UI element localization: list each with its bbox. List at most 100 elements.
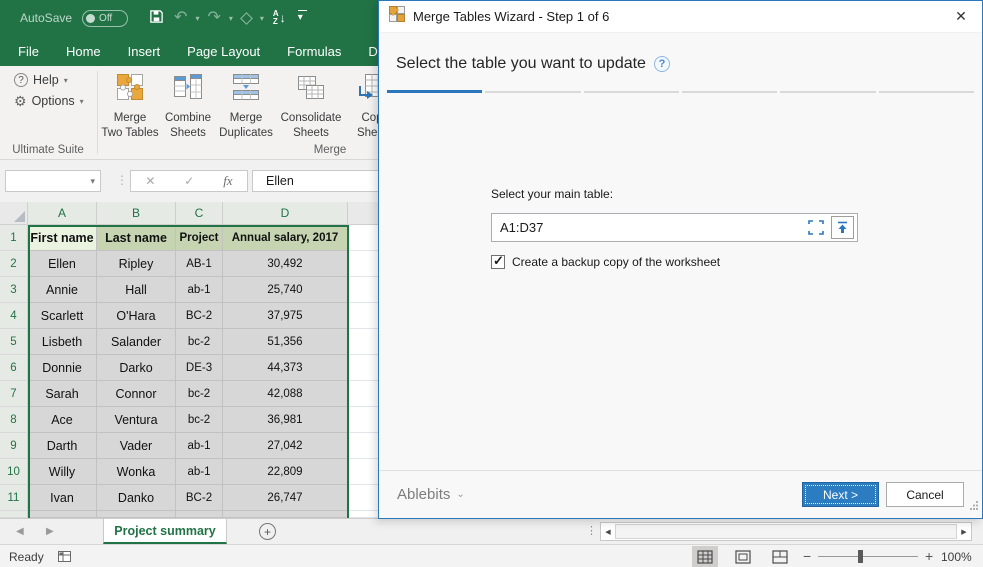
table-cell[interactable]: ab-1 <box>176 433 223 459</box>
next-sheet-icon[interactable]: ▶ <box>46 526 54 537</box>
table-cell[interactable]: 42,088 <box>223 381 348 407</box>
row-header-3[interactable]: 3 <box>0 277 28 303</box>
autosave-toggle[interactable]: Off <box>82 9 129 27</box>
menu-tab-formulas[interactable]: Formulas <box>287 44 341 59</box>
collapse-dialog-icon[interactable] <box>831 216 854 239</box>
normal-view-icon[interactable] <box>692 546 718 567</box>
name-box-input[interactable] <box>6 174 91 188</box>
sheet-tab-project-summary[interactable]: Project summary <box>103 519 227 544</box>
empty-cell[interactable] <box>348 381 378 407</box>
resize-grip-icon[interactable] <box>969 497 979 515</box>
tab-scroll-splitter[interactable]: ⋮ <box>586 524 597 537</box>
cancel-entry-icon[interactable]: ✕ <box>145 174 155 188</box>
scrollbar-thumb[interactable] <box>615 524 957 539</box>
ribbon-button-combine-sheets[interactable]: Combine Sheets <box>160 70 216 141</box>
menu-tab-home[interactable]: Home <box>66 44 101 59</box>
table-cell[interactable] <box>176 511 223 518</box>
empty-cell[interactable] <box>348 407 378 433</box>
empty-cell[interactable] <box>348 277 378 303</box>
table-cell[interactable]: 25,740 <box>223 277 348 303</box>
scroll-left-icon[interactable]: ◀ <box>601 523 615 540</box>
table-cell[interactable]: Willy <box>28 459 97 485</box>
column-header-D[interactable]: D <box>223 202 348 225</box>
row-header-9[interactable]: 9 <box>0 433 28 459</box>
table-cell[interactable]: Ivan <box>28 485 97 511</box>
add-sheet-icon[interactable]: + <box>259 523 276 540</box>
touch-mode-caret-icon[interactable]: ▾ <box>259 14 265 23</box>
column-header-A[interactable]: A <box>28 202 97 225</box>
empty-cell[interactable] <box>348 251 378 277</box>
step-help-icon[interactable]: ? <box>653 56 670 72</box>
scroll-right-icon[interactable]: ▶ <box>957 523 971 540</box>
redo-icon[interactable]: ↷ <box>204 10 223 26</box>
empty-cell[interactable] <box>348 511 378 518</box>
ablebits-menu[interactable]: Ablebits ⌄ <box>397 486 465 503</box>
confirm-entry-icon[interactable]: ✓ <box>184 174 194 188</box>
row-header-8[interactable]: 8 <box>0 407 28 433</box>
cancel-button[interactable]: Cancel <box>886 482 964 507</box>
empty-cell[interactable] <box>348 485 378 511</box>
table-cell[interactable]: Donnie <box>28 355 97 381</box>
table-cell[interactable] <box>28 511 97 518</box>
ribbon-button-consolidate-sheets[interactable]: Consolidate Sheets <box>276 70 346 141</box>
zoom-level[interactable]: 100% <box>941 550 972 564</box>
table-cell[interactable]: 51,356 <box>223 329 348 355</box>
horizontal-scrollbar[interactable]: ◀ ▶ <box>600 522 972 541</box>
menu-tab-file[interactable]: File <box>18 44 39 59</box>
sort-az-icon[interactable]: A Z ↓ <box>273 9 286 27</box>
insert-function-icon[interactable]: fx <box>223 173 232 189</box>
zoom-slider-thumb[interactable] <box>858 550 863 563</box>
table-cell[interactable]: Vader <box>97 433 176 459</box>
zoom-slider-track[interactable] <box>818 556 918 557</box>
macro-record-icon[interactable] <box>57 550 72 567</box>
table-cell[interactable]: 36,981 <box>223 407 348 433</box>
table-cell[interactable]: Project <box>176 225 223 251</box>
table-cell[interactable]: 22,809 <box>223 459 348 485</box>
table-cell[interactable]: Ventura <box>97 407 176 433</box>
select-all-corner[interactable] <box>0 202 28 225</box>
table-cell[interactable]: Hall <box>97 277 176 303</box>
row-header-11[interactable]: 11 <box>0 485 28 511</box>
table-cell[interactable]: Ellen <box>28 251 97 277</box>
table-cell[interactable]: Danko <box>97 485 176 511</box>
row-header-10[interactable]: 10 <box>0 459 28 485</box>
save-icon[interactable] <box>146 9 167 28</box>
redo-caret-icon[interactable]: ▾ <box>228 14 234 23</box>
undo-icon[interactable]: ↶ <box>171 10 190 26</box>
backup-checkbox[interactable] <box>491 253 505 269</box>
table-cell[interactable]: Sarah <box>28 381 97 407</box>
table-cell[interactable]: BC-2 <box>176 303 223 329</box>
table-cell[interactable]: 26,747 <box>223 485 348 511</box>
table-cell[interactable]: 37,975 <box>223 303 348 329</box>
undo-caret-icon[interactable]: ▾ <box>194 14 200 23</box>
table-cell[interactable]: Darko <box>97 355 176 381</box>
help-menu[interactable]: ? Help ▾ <box>14 73 84 87</box>
table-cell[interactable]: First name <box>28 225 97 251</box>
formula-splitter-icon[interactable]: ⋮ <box>116 173 128 187</box>
row-header-[interactable] <box>0 511 28 518</box>
empty-cell[interactable] <box>348 225 378 251</box>
options-menu[interactable]: ⚙ Options ▾ <box>14 94 84 108</box>
empty-cell[interactable] <box>348 329 378 355</box>
ribbon-button-merge-two-tables[interactable]: Merge Two Tables <box>100 70 160 141</box>
prev-sheet-icon[interactable]: ◀ <box>16 526 24 537</box>
backup-option[interactable]: Create a backup copy of the worksheet <box>491 253 720 269</box>
empty-cell[interactable] <box>348 303 378 329</box>
column-header-B[interactable]: B <box>97 202 176 225</box>
table-cell[interactable] <box>97 511 176 518</box>
table-cell[interactable]: Salander <box>97 329 176 355</box>
ribbon-button-merge-duplicates[interactable]: Merge Duplicates <box>216 70 276 141</box>
empty-cell[interactable] <box>348 433 378 459</box>
table-cell[interactable]: 27,042 <box>223 433 348 459</box>
select-range-icon[interactable] <box>804 217 828 239</box>
table-cell[interactable]: Darth <box>28 433 97 459</box>
empty-cell[interactable] <box>348 355 378 381</box>
table-cell[interactable]: AB-1 <box>176 251 223 277</box>
row-header-1[interactable]: 1 <box>0 225 28 251</box>
table-cell[interactable]: ab-1 <box>176 277 223 303</box>
close-icon[interactable]: ✕ <box>946 4 976 30</box>
table-cell[interactable]: Connor <box>97 381 176 407</box>
table-cell[interactable]: bc-2 <box>176 407 223 433</box>
table-cell[interactable]: Annie <box>28 277 97 303</box>
name-box[interactable]: ▾ <box>5 170 101 192</box>
